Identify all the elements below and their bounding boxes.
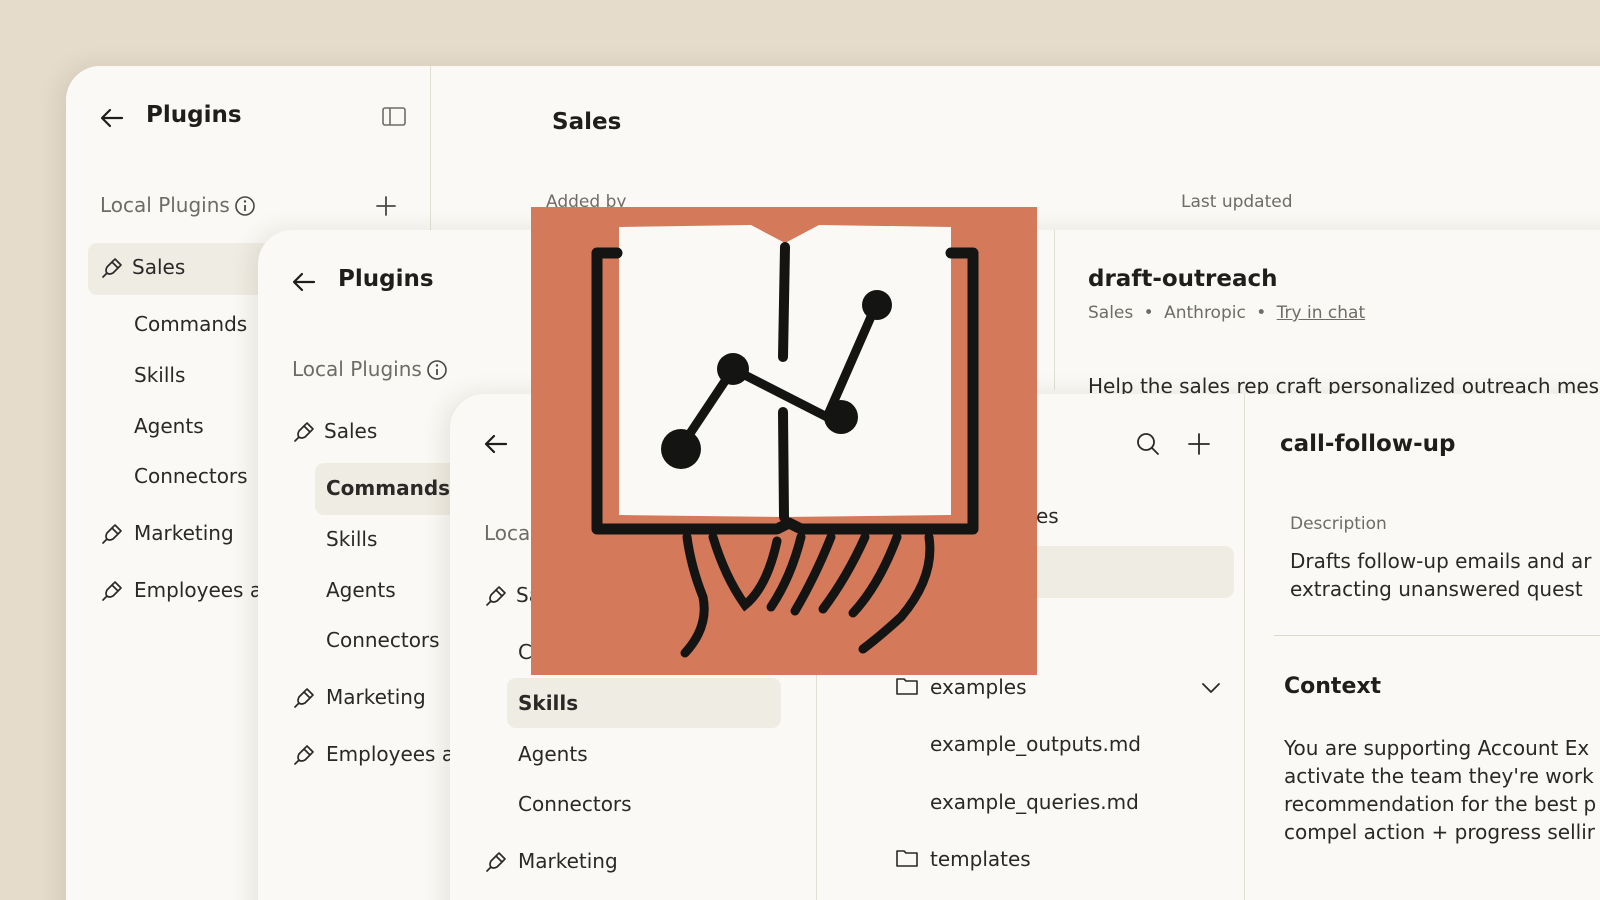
sub-item-commands[interactable]: C (518, 640, 532, 664)
sub-item-skills[interactable]: Skills (134, 363, 185, 387)
sidebar-item-sales[interactable]: Sales (132, 255, 185, 279)
back-arrow-icon[interactable] (100, 106, 124, 130)
plugins-title: Plugins (146, 102, 242, 128)
search-icon[interactable] (1136, 432, 1160, 456)
section-divider (1274, 635, 1600, 636)
sidebar-item-sales[interactable]: Sales (324, 419, 377, 443)
plug-icon (486, 852, 506, 872)
list-divider (1054, 230, 1055, 390)
add-plugin-icon[interactable] (376, 196, 396, 216)
sub-item-connectors[interactable]: Connectors (326, 628, 440, 652)
last-updated-label: Last updated (1181, 192, 1293, 212)
sub-item-commands[interactable]: Commands (326, 476, 450, 500)
add-icon[interactable] (1188, 433, 1210, 455)
file-example-outputs[interactable]: example_outputs.md (930, 732, 1141, 756)
dot-separator: • (1256, 303, 1267, 323)
context-line: compel action + progress sellir (1284, 820, 1595, 844)
sidebar-item-marketing[interactable]: Marketing (326, 685, 426, 709)
info-icon[interactable] (426, 359, 448, 381)
plug-icon (102, 581, 122, 601)
context-line: recommendation for the best p (1284, 792, 1597, 816)
folder-templates[interactable]: templates (930, 847, 1031, 871)
plugins-title: Plugins (338, 266, 434, 292)
open-book-chart-icon (591, 225, 979, 658)
plug-icon (294, 688, 314, 708)
description-label: Description (1290, 514, 1387, 534)
skill-name: call-follow-up (1280, 431, 1456, 457)
sub-item-commands[interactable]: Commands (134, 312, 247, 336)
back-arrow-icon[interactable] (292, 270, 316, 294)
file-tree-item-partial[interactable]: es (1036, 504, 1059, 528)
local-plugins-label: Loca (484, 521, 531, 545)
plug-icon (294, 422, 314, 442)
command-plugin: Sales (1088, 303, 1134, 323)
context-line: You are supporting Account Ex (1284, 736, 1590, 760)
detail-title: Sales (552, 109, 622, 135)
context-line: activate the team they're work (1284, 764, 1594, 788)
description-line: Drafts follow-up emails and ar (1290, 549, 1592, 573)
sidebar-toggle-icon[interactable] (382, 107, 406, 127)
command-author: Anthropic (1164, 303, 1246, 323)
book-chart-illustration (531, 207, 1037, 675)
try-in-chat-link[interactable]: Try in chat (1277, 303, 1365, 323)
plug-icon (486, 586, 506, 606)
sidebar-item-employees[interactable]: Employees at (326, 742, 462, 766)
sub-item-agents[interactable]: Agents (134, 414, 204, 438)
plug-icon (294, 745, 314, 765)
back-arrow-icon[interactable] (484, 432, 508, 456)
folder-icon (896, 850, 918, 867)
local-plugins-label: Local Plugins (100, 193, 230, 217)
content-divider (1244, 394, 1245, 900)
description-line: extracting unanswered quest (1290, 577, 1583, 601)
context-heading: Context (1284, 674, 1382, 699)
file-example-queries[interactable]: example_queries.md (930, 790, 1139, 814)
info-icon[interactable] (234, 195, 256, 217)
sub-item-agents[interactable]: Agents (518, 742, 588, 766)
sidebar-item-marketing[interactable]: Marketing (134, 521, 234, 545)
folder-icon (896, 678, 918, 695)
sub-item-skills[interactable]: Skills (518, 691, 578, 715)
chevron-down-icon[interactable] (1202, 683, 1220, 694)
folder-examples[interactable]: examples (930, 675, 1027, 699)
plug-icon (102, 524, 122, 544)
sidebar-item-marketing[interactable]: Marketing (518, 849, 618, 873)
dot-separator: • (1143, 303, 1154, 323)
sub-item-connectors[interactable]: Connectors (134, 464, 248, 488)
plug-icon (102, 258, 122, 278)
sub-item-agents[interactable]: Agents (326, 578, 396, 602)
local-plugins-label: Local Plugins (292, 357, 422, 381)
sub-item-connectors[interactable]: Connectors (518, 792, 632, 816)
sub-item-skills[interactable]: Skills (326, 527, 377, 551)
command-name: draft-outreach (1088, 266, 1278, 292)
command-meta: Sales • Anthropic • Try in chat (1088, 303, 1365, 323)
sidebar-item-employees[interactable]: Employees at (134, 578, 270, 602)
